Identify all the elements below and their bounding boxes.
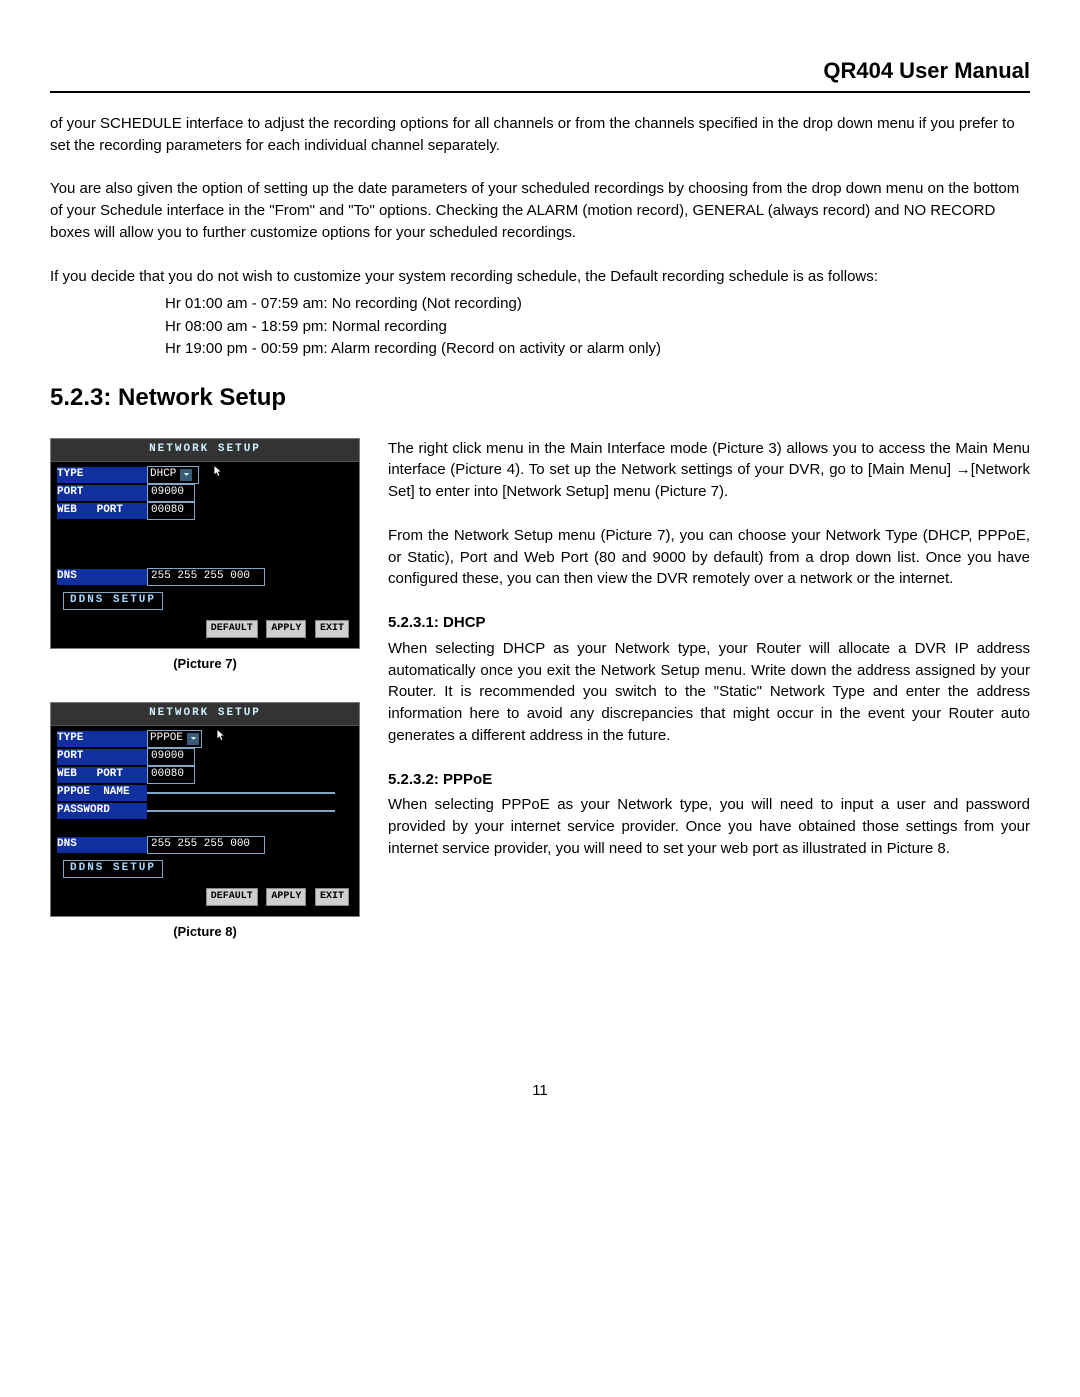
dhcp-paragraph: When selecting DHCP as your Network type… [388, 638, 1030, 747]
exit-button[interactable]: EXIT [315, 888, 349, 907]
dhcp-heading: 5.2.3.1: DHCP [388, 612, 1030, 634]
type-value: DHCP [150, 467, 176, 483]
type-row[interactable]: TYPE DHCP [57, 466, 353, 484]
ddns-setup-button[interactable]: DDNS SETUP [63, 592, 163, 610]
web-port-label: WEB PORT [57, 767, 147, 783]
pppoe-name-row[interactable]: PPPOE NAME [57, 784, 353, 802]
chevron-down-icon [187, 733, 199, 745]
intro-paragraph-2: You are also given the option of setting… [50, 178, 1030, 243]
right-paragraph-1: The right click menu in the Main Interfa… [388, 438, 1030, 503]
type-label: TYPE [57, 731, 147, 747]
default-button[interactable]: DEFAULT [206, 888, 258, 907]
port-value[interactable]: 09000 [147, 748, 195, 766]
page-title: QR404 User Manual [50, 55, 1030, 87]
network-setup-panel-pic8: NETWORK SETUP TYPE PPPOE PORT [50, 702, 360, 917]
web-port-row[interactable]: WEB PORT 00080 [57, 502, 353, 520]
password-label: PASSWORD [57, 803, 147, 819]
apply-button[interactable]: APPLY [266, 888, 306, 907]
type-row[interactable]: TYPE PPPOE [57, 730, 353, 748]
password-value[interactable] [147, 810, 335, 812]
section-title: 5.2.3: Network Setup [50, 381, 1030, 416]
type-dropdown[interactable]: PPPOE [147, 730, 202, 748]
page-number: 11 [50, 1080, 1030, 1102]
type-dropdown[interactable]: DHCP [147, 466, 199, 484]
dns-value[interactable]: 255 255 255 000 [147, 836, 265, 854]
right-paragraph-2: From the Network Setup menu (Picture 7),… [388, 525, 1030, 590]
web-port-value[interactable]: 00080 [147, 502, 195, 520]
chevron-down-icon [180, 469, 192, 481]
web-port-row[interactable]: WEB PORT 00080 [57, 766, 353, 784]
pppoe-paragraph: When selecting PPPoE as your Network typ… [388, 794, 1030, 859]
dns-row[interactable]: DNS 255 255 255 000 [57, 568, 353, 586]
type-value: PPPOE [150, 731, 183, 747]
cursor-icon [213, 465, 223, 484]
web-port-label: WEB PORT [57, 503, 147, 519]
ddns-setup-button[interactable]: DDNS SETUP [63, 860, 163, 878]
schedule-line: Hr 19:00 pm - 00:59 pm: Alarm recording … [165, 338, 1030, 361]
panel-title: NETWORK SETUP [51, 703, 359, 726]
port-row[interactable]: PORT 09000 [57, 748, 353, 766]
pppoe-name-label: PPPOE NAME [57, 785, 147, 801]
apply-button[interactable]: APPLY [266, 620, 306, 639]
port-label: PORT [57, 749, 147, 765]
network-setup-panel-pic7: NETWORK SETUP TYPE DHCP PORT [50, 438, 360, 649]
port-row[interactable]: PORT 09000 [57, 484, 353, 502]
type-label: TYPE [57, 467, 147, 483]
password-row[interactable]: PASSWORD [57, 802, 353, 820]
dns-label: DNS [57, 569, 147, 585]
cursor-icon [216, 729, 226, 748]
default-button[interactable]: DEFAULT [206, 620, 258, 639]
pppoe-name-value[interactable] [147, 792, 335, 794]
schedule-line: Hr 08:00 am - 18:59 pm: Normal recording [165, 316, 1030, 339]
dns-value[interactable]: 255 255 255 000 [147, 568, 265, 586]
intro-paragraph-1: of your SCHEDULE interface to adjust the… [50, 113, 1030, 157]
dns-row[interactable]: DNS 255 255 255 000 [57, 836, 353, 854]
panel-title: NETWORK SETUP [51, 439, 359, 462]
port-value[interactable]: 09000 [147, 484, 195, 502]
exit-button[interactable]: EXIT [315, 620, 349, 639]
port-label: PORT [57, 485, 147, 501]
intro-paragraph-3: If you decide that you do not wish to cu… [50, 266, 1030, 288]
web-port-value[interactable]: 00080 [147, 766, 195, 784]
picture-8-caption: (Picture 8) [50, 923, 360, 942]
schedule-line: Hr 01:00 am - 07:59 am: No recording (No… [165, 293, 1030, 316]
dns-label: DNS [57, 837, 147, 853]
picture-7-caption: (Picture 7) [50, 655, 360, 674]
default-schedule-block: Hr 01:00 am - 07:59 am: No recording (No… [165, 293, 1030, 361]
header-rule [50, 91, 1030, 93]
pppoe-heading: 5.2.3.2: PPPoE [388, 769, 1030, 791]
